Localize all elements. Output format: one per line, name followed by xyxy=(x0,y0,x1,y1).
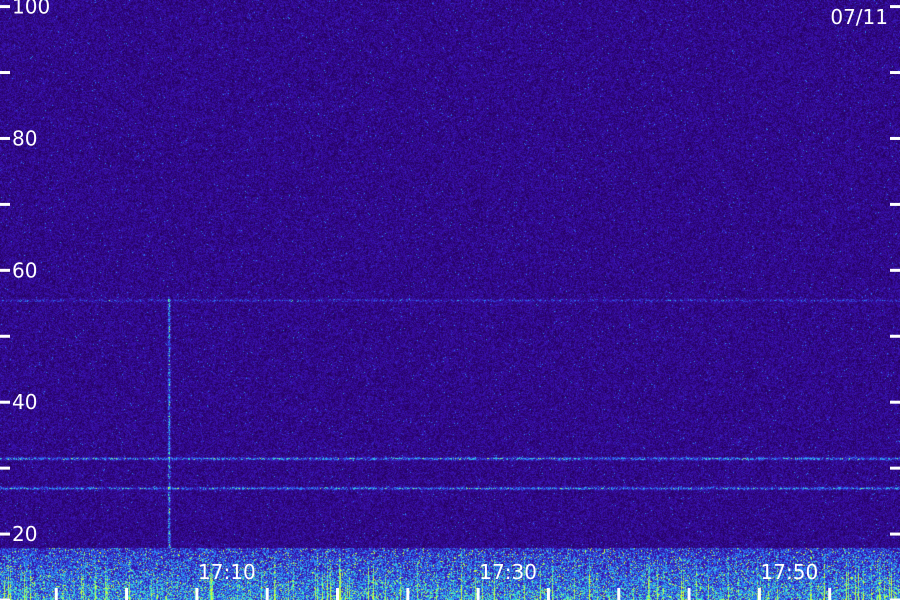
x-tick-label: 17:10 xyxy=(198,560,256,584)
y-axis-left: 100 80 60 40 20 xyxy=(0,0,50,600)
y-tick-label: 60 xyxy=(12,258,37,282)
x-tick-label: 17:50 xyxy=(761,560,819,584)
y-tick-label: 80 xyxy=(12,126,37,150)
date-label: 07/11 xyxy=(830,5,888,29)
y-axis-right xyxy=(890,5,900,600)
spectrogram-axes: 100 80 60 40 20 17:10 17:30 17:50 07/11 xyxy=(0,0,900,600)
y-tick-label: 40 xyxy=(12,390,37,414)
x-tick-label: 17:30 xyxy=(479,560,537,584)
x-axis: 17:10 17:30 17:50 xyxy=(54,560,832,600)
y-tick-label: 20 xyxy=(12,522,37,546)
y-tick-label: 100 xyxy=(12,0,50,19)
